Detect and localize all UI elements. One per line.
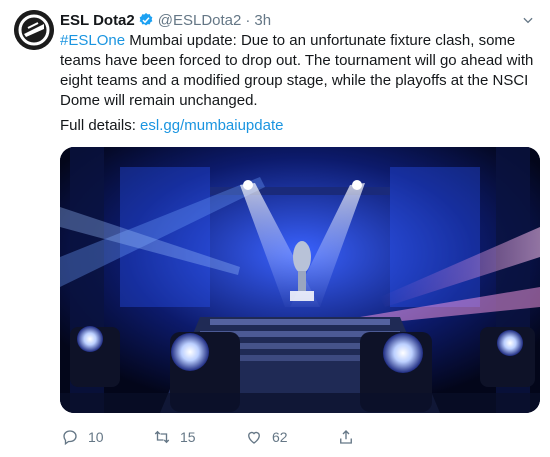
tweet[interactable]: ESL Dota2 @ESLDota2 · 3h #ESLOne Mumbai … — [0, 0, 550, 457]
author-name[interactable]: ESL Dota2 — [60, 12, 135, 29]
details-line: Full details: esl.gg/mumbaiupdate — [60, 116, 283, 136]
reply-count: 10 — [88, 429, 104, 445]
reply-button[interactable]: 10 — [60, 427, 152, 447]
separator-dot: · — [245, 11, 251, 29]
share-button[interactable] — [336, 427, 428, 447]
retweet-button[interactable]: 15 — [152, 427, 244, 447]
tweet-header: ESL Dota2 @ESLDota2 · 3h — [60, 10, 538, 30]
share-icon — [336, 427, 356, 447]
like-count: 62 — [272, 429, 288, 445]
details-label: Full details: — [60, 117, 141, 134]
verified-badge-icon — [138, 12, 154, 28]
retweet-count: 15 — [180, 429, 196, 445]
tweet-media-image[interactable] — [60, 147, 540, 413]
tweet-text: #ESLOne Mumbai update: Due to an unfortu… — [60, 31, 538, 111]
author-handle[interactable]: @ESLDota2 — [158, 12, 242, 29]
hashtag-link[interactable]: #ESLOne — [60, 32, 125, 49]
heart-icon — [244, 427, 264, 447]
tweet-text-body: Mumbai update: Due to an unfortunate fix… — [60, 32, 534, 109]
stage-photo — [60, 147, 540, 413]
chevron-down-icon[interactable] — [518, 10, 538, 30]
retweet-icon — [152, 427, 172, 447]
tweet-actions: 10 15 62 — [60, 424, 540, 450]
avatar[interactable] — [14, 10, 54, 50]
like-button[interactable]: 62 — [244, 427, 336, 447]
details-link[interactable]: esl.gg/mumbaiupdate — [140, 117, 283, 134]
timestamp[interactable]: 3h — [254, 12, 271, 29]
esl-logo-icon — [14, 10, 54, 50]
reply-icon — [60, 427, 80, 447]
